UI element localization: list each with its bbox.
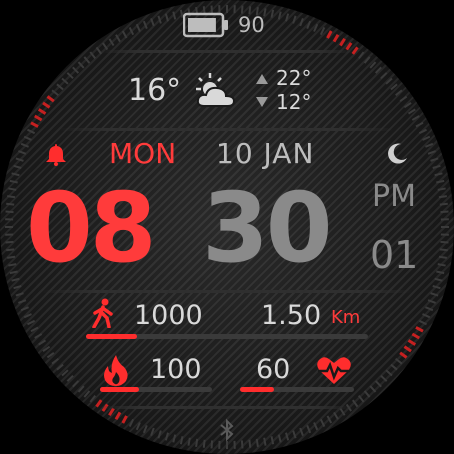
partly-cloudy-icon [194, 70, 238, 110]
distance-unit: Km [331, 307, 361, 328]
battery-percent: 90 [238, 13, 265, 37]
high-temperature: 22° [276, 66, 312, 90]
heart-rate-icon [316, 356, 352, 386]
divider [100, 50, 354, 53]
hour: 08 [26, 172, 157, 284]
am-pm: PM [372, 179, 416, 214]
moon-icon[interactable] [384, 141, 410, 167]
low-temperature: 12° [276, 90, 312, 114]
steps-progress-bar [86, 334, 137, 339]
watch-face: 90 16° 22° 12° MON 10 JAN 08 30 PM 01 10… [0, 0, 454, 454]
low-temp-arrow-icon [256, 97, 268, 107]
flame-icon [102, 354, 130, 386]
date: 10 JAN [216, 137, 315, 170]
day-of-week: MON [109, 137, 177, 170]
bluetooth-icon [218, 418, 236, 442]
battery-icon [183, 12, 229, 38]
divider [100, 406, 354, 409]
heart-rate-value: 60 [256, 354, 291, 385]
heart-rate-progress-bar [240, 387, 275, 392]
calories-value: 100 [150, 354, 202, 385]
minute: 30 [202, 172, 333, 284]
steps-value: 1000 [134, 300, 203, 331]
divider [40, 290, 414, 293]
divider [60, 128, 394, 131]
walking-icon [90, 298, 116, 328]
bell-icon[interactable] [44, 142, 68, 166]
calories-progress-bar [100, 387, 140, 392]
seconds: 01 [370, 233, 419, 277]
distance-value: 1.50 [261, 300, 322, 331]
current-temperature: 16° [128, 73, 182, 108]
high-temp-arrow-icon [256, 74, 268, 84]
